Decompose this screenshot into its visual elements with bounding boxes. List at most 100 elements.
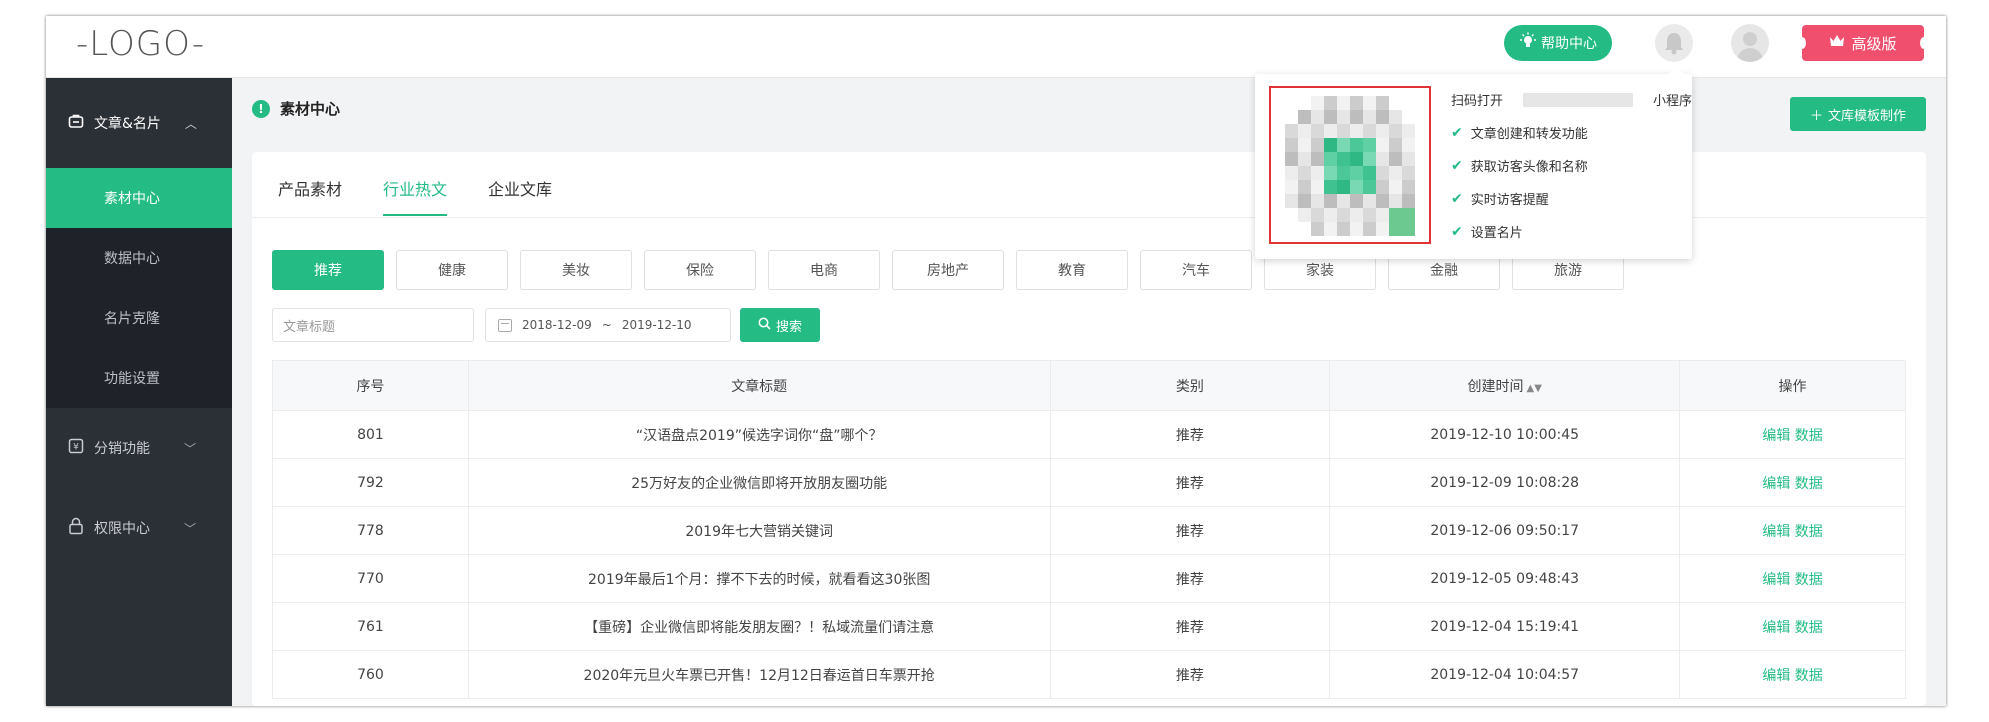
feature-item: ✔ 文章创建和转发功能 <box>1451 123 1692 143</box>
tab-industry-hot[interactable]: 行业热文 <box>383 176 448 216</box>
qr-scan-suffix: 小程序 <box>1653 94 1693 109</box>
sidebar-group-label: 文章&名片 <box>94 116 161 132</box>
edit-link[interactable]: 编辑 <box>1762 476 1790 492</box>
sidebar-item-permissions[interactable]: 权限中心 ﹀ <box>46 488 232 568</box>
qr-code <box>1269 86 1431 244</box>
edit-link[interactable]: 编辑 <box>1762 524 1790 540</box>
template-create-button[interactable]: ＋ 文库模板制作 <box>1790 97 1926 131</box>
check-icon: ✔ <box>1451 157 1463 174</box>
data-link[interactable]: 数据 <box>1795 524 1823 540</box>
sidebar-item-label: 名片克隆 <box>104 311 160 327</box>
column-header: 操作 <box>1679 360 1906 411</box>
tab-product-material[interactable]: 产品素材 <box>278 176 342 214</box>
sidebar-item-material-center[interactable]: 素材中心 <box>46 168 232 228</box>
sort-icon[interactable]: ▲▼ <box>1527 383 1542 394</box>
category-chip[interactable]: 教育 <box>1016 250 1128 290</box>
template-create-label: 文库模板制作 <box>1828 108 1907 124</box>
table-row: 761 【重磅】企业微信即将能发朋友圈？！私域流量们请注意 推荐 2019-12… <box>272 602 1906 651</box>
svg-text:¥: ¥ <box>73 443 79 453</box>
sidebar-item-card-clone[interactable]: 名片克隆 <box>46 288 232 348</box>
briefcase-icon <box>68 113 84 133</box>
table-row: 792 25万好友的企业微信即将开放朋友圈功能 推荐 2019-12-09 10… <box>272 458 1906 507</box>
bell-icon[interactable] <box>1655 24 1693 62</box>
cell-created: 2019-12-10 10:00:45 <box>1329 410 1681 459</box>
chevron-up-icon: ︿ <box>184 116 197 131</box>
calendar-icon <box>498 318 512 332</box>
lightbulb-icon <box>1519 32 1537 54</box>
sidebar-group-articles[interactable]: 文章&名片 ︿ <box>46 78 232 168</box>
category-chip[interactable]: 保险 <box>644 250 756 290</box>
chevron-down-icon: ﹀ <box>184 441 197 456</box>
table-row: 801 “汉语盘点2019”候选字词你“盘”哪个？ 推荐 2019-12-10 … <box>272 410 1906 459</box>
chevron-down-icon: ﹀ <box>184 521 197 536</box>
premium-label: 高级版 <box>1851 34 1897 53</box>
search-button[interactable]: 搜索 <box>740 308 820 342</box>
data-link[interactable]: 数据 <box>1795 428 1823 444</box>
plus-icon: ＋ <box>1809 108 1823 124</box>
cell-created: 2019-12-04 15:19:41 <box>1329 602 1681 651</box>
edit-link[interactable]: 编辑 <box>1762 620 1790 636</box>
date-range-picker[interactable]: 2018-12-09 ~ 2019-12-10 <box>485 308 731 342</box>
cell-title: 2019年最后1个月：撑不下去的时候，就看看这30张图 <box>467 554 1051 603</box>
coin-icon: ¥ <box>68 438 84 458</box>
column-header: 文章标题 <box>467 360 1051 411</box>
category-chip[interactable]: 电商 <box>768 250 880 290</box>
sidebar-item-data-center[interactable]: 数据中心 <box>46 228 232 288</box>
help-center-label: 帮助中心 <box>1541 36 1597 52</box>
crown-icon <box>1829 34 1845 52</box>
category-chip[interactable]: 房地产 <box>892 250 1004 290</box>
sidebar-item-label: 分销功能 <box>94 441 150 457</box>
feature-label: 设置名片 <box>1470 226 1523 241</box>
category-chip[interactable]: 美妆 <box>520 250 632 290</box>
cell-category: 推荐 <box>1049 410 1331 459</box>
sidebar-item-distribution[interactable]: ¥ 分销功能 ﹀ <box>46 408 232 488</box>
cell-id: 760 <box>272 650 469 699</box>
edit-link[interactable]: 编辑 <box>1762 428 1790 444</box>
data-link[interactable]: 数据 <box>1795 572 1823 588</box>
table-row: 770 2019年最后1个月：撑不下去的时候，就看看这30张图 推荐 2019-… <box>272 554 1906 603</box>
table-row: 760 2020年元旦火车票已开售！12月12日春运首日车票开抢 推荐 2019… <box>272 650 1906 699</box>
data-link[interactable]: 数据 <box>1795 620 1823 636</box>
category-chip[interactable]: 健康 <box>396 250 508 290</box>
edit-link[interactable]: 编辑 <box>1762 668 1790 684</box>
qr-scan-prefix: 扫码打开 <box>1451 94 1504 109</box>
qr-scan-line: 扫码打开 小程序 <box>1451 90 1692 109</box>
cell-category: 推荐 <box>1049 506 1331 555</box>
cell-id: 778 <box>272 506 469 555</box>
qr-code-mosaic <box>1285 96 1415 236</box>
cell-id: 761 <box>272 602 469 651</box>
data-link[interactable]: 数据 <box>1795 476 1823 492</box>
search-icon <box>758 317 771 334</box>
sidebar-item-settings[interactable]: 功能设置 <box>46 348 232 408</box>
avatar[interactable] <box>1731 24 1769 62</box>
column-header-created[interactable]: 创建时间 ▲▼ <box>1329 360 1681 411</box>
feature-item: ✔ 设置名片 <box>1451 222 1692 242</box>
edit-link[interactable]: 编辑 <box>1762 572 1790 588</box>
qr-popover: 扫码打开 小程序 ✔ 文章创建和转发功能 ✔ 获取访客头像和名称 ✔ 实时访客提醒 ✔ 设… <box>1255 66 1692 259</box>
cell-created: 2019-12-04 10:04:57 <box>1329 650 1681 699</box>
page-title: ! 素材中心 <box>252 98 340 119</box>
premium-button[interactable]: 高级版 <box>1798 25 1928 61</box>
sidebar-submenu: 素材中心 数据中心 名片克隆 功能设置 <box>46 168 232 408</box>
feature-item: ✔ 实时访客提醒 <box>1451 189 1692 209</box>
cell-category: 推荐 <box>1049 602 1331 651</box>
feature-label: 实时访客提醒 <box>1470 193 1549 208</box>
cell-id: 801 <box>272 410 469 459</box>
cell-category: 推荐 <box>1049 458 1331 507</box>
column-header: 类别 <box>1049 360 1331 411</box>
cell-title: 2019年七大营销关键词 <box>467 506 1051 555</box>
category-chip[interactable]: 汽车 <box>1140 250 1252 290</box>
cell-actions: 编辑 数据 <box>1679 410 1906 459</box>
logo: -LOGO- <box>76 24 206 64</box>
cell-title: 25万好友的企业微信即将开放朋友圈功能 <box>467 458 1051 507</box>
check-icon: ✔ <box>1451 190 1463 207</box>
date-start: 2018-12-09 <box>522 318 592 332</box>
title-search-input[interactable]: 文章标题 <box>272 308 474 342</box>
data-link[interactable]: 数据 <box>1795 668 1823 684</box>
tab-company-library[interactable]: 企业文库 <box>488 176 552 214</box>
sidebar: 文章&名片 ︿ 素材中心 数据中心 名片克隆 功能设置 ¥ 分销功能 ﹀ 权限中… <box>46 78 232 706</box>
date-end: 2019-12-10 <box>621 318 692 332</box>
category-chip[interactable]: 推荐 <box>272 250 384 290</box>
help-center-button[interactable]: 帮助中心 <box>1504 25 1612 61</box>
cell-created: 2019-12-06 09:50:17 <box>1329 506 1681 555</box>
